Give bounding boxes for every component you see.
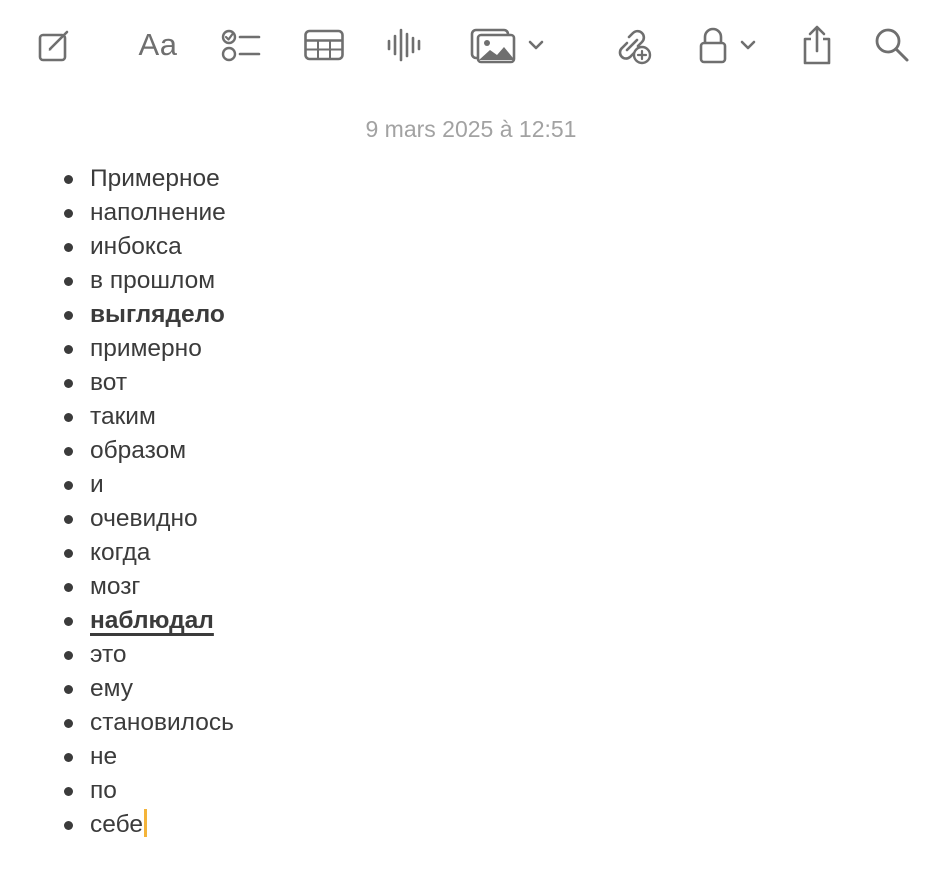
list-item-text: ему: [90, 675, 133, 702]
list-item[interactable]: выглядело: [55, 298, 234, 332]
list-item-text: образом: [90, 437, 187, 464]
toolbar: Aa: [0, 0, 942, 90]
bullet-icon: [64, 345, 73, 354]
note-bullet-list[interactable]: Примерное наполнение инбокса в прошлом выгля…: [55, 162, 234, 842]
list-item[interactable]: примерно: [55, 332, 234, 366]
list-item[interactable]: по: [55, 774, 234, 808]
format-button[interactable]: Aa: [134, 22, 182, 68]
list-item[interactable]: себе: [55, 808, 234, 842]
bullet-icon: [64, 175, 73, 184]
list-item-text: вот: [90, 369, 128, 396]
table-button[interactable]: [302, 22, 346, 68]
bullet-icon: [64, 311, 73, 320]
search-button[interactable]: [872, 22, 912, 68]
checklist-icon: [221, 29, 261, 62]
list-item-text: когда: [90, 539, 151, 566]
note-date: 9 mars 2025 à 12:51: [365, 116, 577, 142]
list-item-text: это: [90, 641, 127, 668]
list-item-text: инбокса: [90, 233, 182, 260]
list-item[interactable]: наполнение: [55, 196, 234, 230]
audio-button[interactable]: [384, 22, 424, 68]
list-item[interactable]: становилось: [55, 706, 234, 740]
list-item-text: мозг: [90, 573, 141, 600]
list-item[interactable]: таким: [55, 400, 234, 434]
list-item[interactable]: наблюдал: [55, 604, 234, 638]
list-item-text: выглядело: [90, 301, 225, 328]
bullet-icon: [64, 209, 73, 218]
list-item[interactable]: когда: [55, 536, 234, 570]
list-item-text: примерно: [90, 335, 202, 362]
bullet-icon: [64, 243, 73, 252]
list-item-text: очевидно: [90, 505, 198, 532]
bullet-icon: [64, 583, 73, 592]
list-item[interactable]: и: [55, 468, 234, 502]
search-icon: [875, 28, 909, 62]
table-icon: [304, 29, 344, 61]
lock-icon: [699, 27, 727, 64]
bullet-icon: [64, 277, 73, 286]
list-item[interactable]: не: [55, 740, 234, 774]
list-item[interactable]: вот: [55, 366, 234, 400]
list-item-text: и: [90, 471, 104, 498]
chevron-down-icon: [740, 40, 756, 50]
lock-button[interactable]: [696, 22, 760, 68]
list-item-text: себе: [90, 811, 143, 838]
share-button[interactable]: [798, 22, 836, 68]
list-item[interactable]: очевидно: [55, 502, 234, 536]
media-icon: [470, 28, 516, 64]
list-item[interactable]: это: [55, 638, 234, 672]
list-item[interactable]: ему: [55, 672, 234, 706]
collaborate-link-icon: [618, 29, 652, 65]
list-item-text: по: [90, 777, 117, 804]
list-item-text: наполнение: [90, 199, 226, 226]
list-item-text: Примерное: [90, 165, 220, 192]
bullet-icon: [64, 651, 73, 660]
share-icon: [803, 25, 831, 65]
bullet-icon: [64, 481, 73, 490]
compose-icon: [38, 30, 69, 62]
list-item-text: наблюдал: [90, 607, 214, 634]
list-item[interactable]: мозг: [55, 570, 234, 604]
bullet-icon: [64, 787, 73, 796]
list-item-text: в прошлом: [90, 267, 216, 294]
bullet-icon: [64, 549, 73, 558]
media-button[interactable]: [468, 22, 548, 68]
bullet-icon: [64, 447, 73, 456]
bullet-icon: [64, 515, 73, 524]
list-item-text: таким: [90, 403, 156, 430]
bullet-icon: [64, 821, 73, 830]
bullet-icon: [64, 719, 73, 728]
bullet-icon: [64, 379, 73, 388]
list-item-text: становилось: [90, 709, 234, 736]
chevron-down-icon: [528, 40, 544, 50]
bullet-icon: [64, 413, 73, 422]
list-item[interactable]: инбокса: [55, 230, 234, 264]
collaborate-button[interactable]: [610, 22, 654, 68]
checklist-button[interactable]: [218, 22, 262, 68]
bullet-icon: [64, 617, 73, 626]
list-item[interactable]: Примерное: [55, 162, 234, 196]
bullet-icon: [64, 753, 73, 762]
list-item[interactable]: образом: [55, 434, 234, 468]
format-text-icon: Aa: [138, 27, 178, 62]
bullet-icon: [64, 685, 73, 694]
audio-waveform-icon: [387, 28, 421, 62]
text-caret: [143, 809, 147, 837]
list-item-text: не: [90, 743, 118, 770]
compose-button[interactable]: [34, 22, 74, 68]
list-item[interactable]: в прошлом: [55, 264, 234, 298]
